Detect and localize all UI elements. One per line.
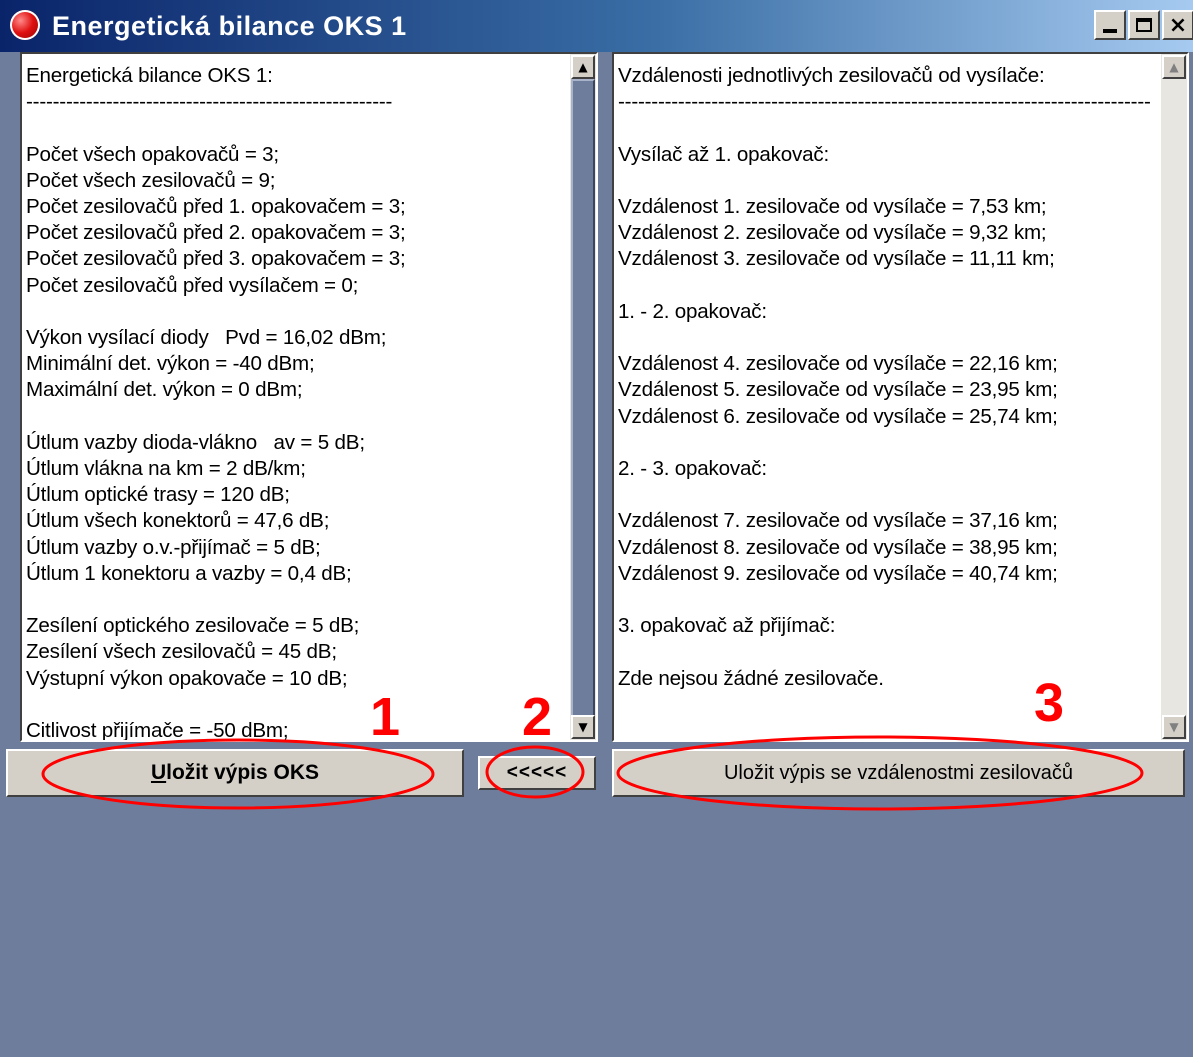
energy-balance-line: Útlum vazby o.v.-přijímač = 5 dB; [26, 535, 321, 559]
amplifier-distance-line: Vzdálenost 2. zesilovače od vysílače = 9… [618, 221, 1047, 245]
amplifier-distance-line [618, 482, 1151, 508]
amplifier-distance-line: 1. - 2. opakovač: [618, 299, 767, 323]
energy-balance-line [26, 115, 406, 141]
maximize-icon [1136, 18, 1152, 32]
amplifier-distance-line: Vzdálenosti jednotlivých zesilovačů od v… [618, 64, 1045, 87]
energy-balance-line: Počet všech opakovačů = 3; [26, 142, 279, 166]
energy-balance-line: Počet zesilovačů před 2. opakovačem = 3; [26, 221, 406, 245]
arrow-down-icon: ▼ [578, 720, 588, 734]
arrow-up-icon: ▲ [578, 60, 588, 74]
energy-balance-line: Útlum vlákna na km = 2 dB/km; [26, 457, 306, 481]
amplifier-distance-line [618, 587, 1151, 613]
amplifier-distance-line: Vzdálenost 8. zesilovače od vysílače = 3… [618, 535, 1058, 559]
left-scrollbar[interactable]: ▲ ▼ [570, 54, 596, 740]
energy-balance-text: Energetická bilance OKS 1: --------------… [26, 63, 406, 742]
energy-balance-line: Útlum 1 konektoru a vazby = 0,4 dB; [26, 561, 352, 585]
amplifier-distance-line: Vzdálenost 7. zesilovače od vysílače = 3… [618, 509, 1058, 533]
energy-balance-line: Maximální det. výkon = 0 dBm; [26, 378, 303, 402]
amplifier-distance-line [618, 325, 1151, 351]
amplifier-distances-textarea[interactable]: Vzdálenosti jednotlivých zesilovačů od v… [612, 52, 1189, 742]
scroll-down-button[interactable]: ▼ [1162, 715, 1186, 739]
amplifier-distance-line [618, 430, 1151, 456]
scroll-thumb[interactable] [571, 79, 595, 717]
amplifier-distance-line: 2. - 3. opakovač: [618, 457, 767, 481]
scroll-down-button[interactable]: ▼ [571, 715, 595, 739]
energy-balance-line: Útlum vazby dioda-vlákno av = 5 dB; [26, 430, 365, 454]
amplifier-distance-line: Vzdálenost 3. zesilovače od vysílače = 1… [618, 247, 1055, 271]
energy-balance-line [26, 587, 406, 613]
energy-balance-line [26, 404, 406, 430]
save-oks-label: Uložit výpis OKS [150, 761, 320, 784]
amplifier-distance-line: Vzdálenost 9. zesilovače od vysílače = 4… [618, 561, 1058, 585]
window-bottom-area [0, 803, 1193, 1057]
title-bar[interactable]: Energetická bilance OKS 1 × [0, 0, 1193, 52]
minimize-icon [1103, 29, 1117, 33]
amplifier-distance-line: Vysílač až 1. opakovač: [618, 142, 829, 166]
scroll-up-button[interactable]: ▲ [1162, 55, 1186, 79]
amplifier-distance-line: Zde nejsou žádné zesilovače. [618, 666, 884, 690]
arrow-down-icon: ▼ [1169, 720, 1179, 734]
energy-balance-line: Energetická bilance OKS 1: [26, 64, 273, 87]
right-scrollbar[interactable]: ▲ ▼ [1161, 54, 1187, 740]
energy-balance-line: Zesílení optického zesilovače = 5 dB; [26, 614, 360, 638]
energy-balance-line: Počet zesilovačů před vysílačem = 0; [26, 273, 359, 297]
energy-balance-line: Počet zesilovačů před 1. opakovačem = 3; [26, 195, 406, 219]
energy-balance-line [26, 299, 406, 325]
amplifier-distance-line [618, 168, 1151, 194]
window-title: Energetická bilance OKS 1 [52, 11, 407, 41]
minimize-button[interactable] [1094, 10, 1126, 40]
energy-balance-line: Minimální det. výkon = -40 dBm; [26, 352, 315, 376]
energy-balance-line: Výstupní výkon opakovače = 10 dB; [26, 666, 348, 690]
energy-balance-line: Útlum všech konektorů = 47,6 dB; [26, 509, 330, 533]
back-button[interactable]: <<<<< [478, 756, 596, 790]
app-icon[interactable] [10, 10, 40, 40]
back-label: <<<<< [506, 762, 568, 783]
energy-balance-line: Útlum optické trasy = 120 dB; [26, 483, 290, 507]
arrow-up-icon: ▲ [1169, 60, 1179, 74]
amplifier-distance-line: Vzdálenost 1. zesilovače od vysílače = 7… [618, 195, 1047, 219]
amplifier-distance-line: Vzdálenost 6. zesilovače od vysílače = 2… [618, 404, 1058, 428]
amplifier-distance-line: Vzdálenost 5. zesilovače od vysílače = 2… [618, 378, 1058, 402]
energy-balance-line: ----------------------------------------… [26, 90, 393, 114]
main-window: Energetická bilance OKS 1 × Energetická … [0, 0, 1193, 1057]
scroll-up-button[interactable]: ▲ [571, 55, 595, 79]
close-icon: × [1168, 12, 1188, 38]
maximize-button[interactable] [1128, 10, 1160, 40]
amplifier-distance-line: 3. opakovač až přijímač: [618, 614, 836, 638]
energy-balance-line: Výkon vysílací diody Pvd = 16,02 dBm; [26, 326, 387, 350]
close-button[interactable]: × [1162, 10, 1193, 40]
energy-balance-line: Počet zesilovačů před 3. opakovačem = 3; [26, 247, 406, 271]
energy-balance-line: Počet všech zesilovačů = 9; [26, 168, 276, 192]
save-distances-button[interactable]: Uložit výpis se vzdálenostmi zesilovačů [612, 749, 1185, 797]
amplifier-distance-line [618, 273, 1151, 299]
amplifier-distance-line [618, 115, 1151, 141]
save-distances-label: Uložit výpis se vzdálenostmi zesilovačů [723, 761, 1074, 784]
amplifier-distance-line: Vzdálenost 4. zesilovače od vysílače = 2… [618, 352, 1058, 376]
save-oks-button[interactable]: Uložit výpis OKS [6, 749, 464, 797]
energy-balance-line: Citlivost přijímače = -50 dBm; [26, 719, 289, 742]
amplifier-distance-line [618, 639, 1151, 665]
amplifier-distances-text: Vzdálenosti jednotlivých zesilovačů od v… [618, 63, 1151, 692]
energy-balance-line: Zesílení všech zesilovačů = 45 dB; [26, 640, 337, 664]
amplifier-distance-line: ----------------------------------------… [618, 90, 1151, 114]
energy-balance-line [26, 692, 406, 718]
energy-balance-textarea[interactable]: Energetická bilance OKS 1: --------------… [20, 52, 598, 742]
